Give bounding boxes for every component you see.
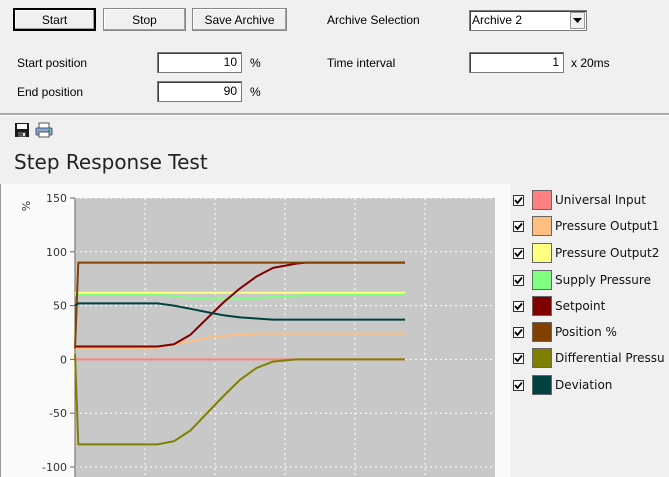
y-axis-label: % (20, 201, 33, 211)
legend-color-swatch (532, 243, 552, 263)
y-tick-label: 0 (60, 353, 67, 366)
legend-item: Supply Pressure (513, 270, 651, 290)
legend-label: Pressure Output2 (555, 246, 660, 260)
toolbar-divider (0, 113, 669, 116)
legend-checkbox[interactable] (513, 300, 524, 312)
legend-checkbox[interactable] (513, 220, 524, 232)
end-position-unit: % (250, 85, 261, 99)
stop-button[interactable]: Stop (103, 8, 186, 31)
legend-checkbox[interactable] (513, 247, 524, 259)
start-position-input[interactable]: 10 (157, 52, 242, 73)
legend-checkbox[interactable] (513, 194, 524, 206)
legend-label: Supply Pressure (555, 273, 651, 287)
legend-label: Deviation (555, 378, 613, 392)
start-position-label: Start position (17, 56, 88, 70)
y-tick-label: 100 (46, 246, 67, 259)
save-archive-button[interactable]: Save Archive (192, 8, 287, 31)
legend-item: Deviation (513, 375, 612, 395)
legend-item: Setpoint (513, 296, 605, 316)
legend-label: Differential Pressu (555, 351, 665, 365)
y-tick-label: -50 (49, 407, 67, 420)
legend-item: Differential Pressu (513, 348, 665, 368)
print-icon[interactable] (35, 122, 53, 138)
legend-checkbox[interactable] (513, 274, 524, 286)
legend-checkbox[interactable] (513, 326, 524, 338)
legend-label: Pressure Output1 (555, 219, 660, 233)
start-button[interactable]: Start (13, 8, 96, 31)
legend-item: Universal Input (513, 190, 646, 210)
time-interval-unit: x 20ms (571, 56, 610, 70)
chart-title: Step Response Test (14, 150, 208, 174)
legend-item: Pressure Output1 (513, 216, 659, 236)
legend-label: Position % (555, 325, 617, 339)
legend-color-swatch (532, 296, 552, 316)
end-position-label: End position (17, 85, 84, 99)
time-interval-input[interactable]: 1 (469, 52, 564, 73)
legend-item: Position % (513, 322, 617, 342)
y-tick-label: -100 (42, 461, 67, 474)
time-interval-label: Time interval (327, 56, 396, 70)
legend-item: Pressure Output2 (513, 243, 659, 263)
chevron-down-icon[interactable] (570, 12, 585, 29)
end-position-input[interactable]: 90 (157, 81, 242, 102)
legend-color-swatch (532, 348, 552, 368)
step-response-chart: 150 100 50 0 -50 -100 % (0, 184, 510, 477)
y-tick-label: 150 (46, 192, 67, 205)
legend-color-swatch (532, 190, 552, 210)
legend-color-swatch (532, 216, 552, 236)
legend-color-swatch (532, 375, 552, 395)
y-tick-label: 50 (53, 300, 67, 313)
archive-select[interactable]: Archive 2 (469, 10, 587, 31)
legend-checkbox[interactable] (513, 379, 524, 391)
legend-label: Universal Input (555, 193, 646, 207)
archive-selection-label: Archive Selection (327, 13, 420, 27)
legend-checkbox[interactable] (513, 352, 524, 364)
legend-label: Setpoint (555, 299, 606, 313)
archive-select-value: Archive 2 (472, 13, 523, 27)
save-icon[interactable] (14, 122, 30, 138)
start-position-unit: % (250, 56, 261, 70)
legend-color-swatch (532, 322, 552, 342)
legend-color-swatch (532, 270, 552, 290)
